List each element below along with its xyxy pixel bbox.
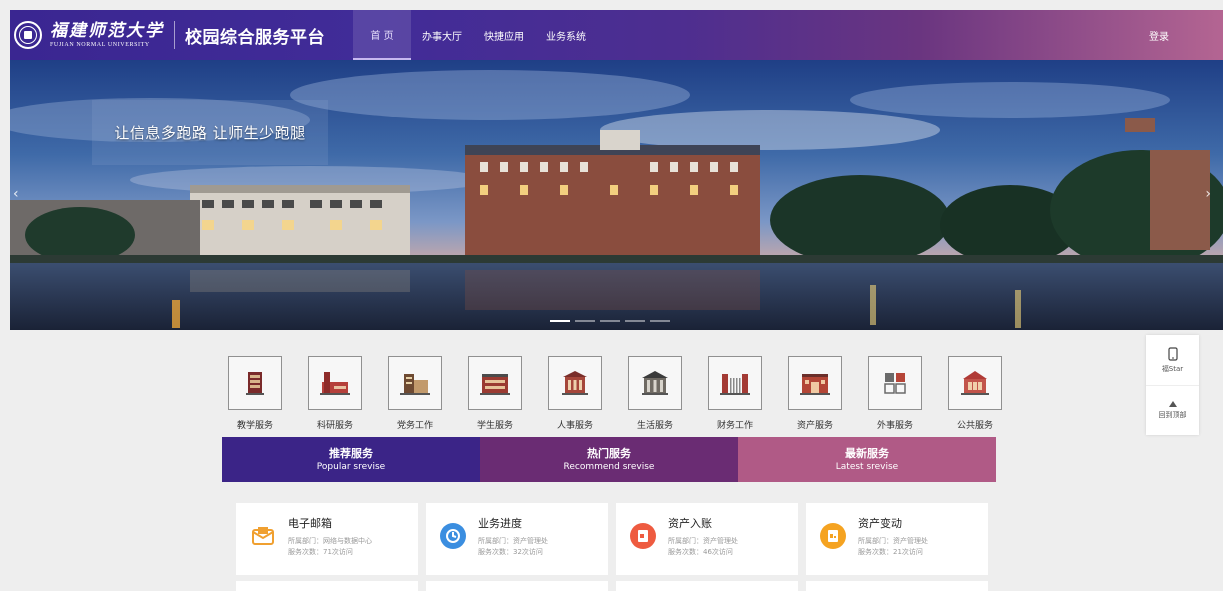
service-label: 人事服务 [556, 421, 593, 431]
service-label: 外事服务 [876, 421, 913, 431]
tab-subtitle: Latest srevise [835, 461, 899, 472]
service-finance[interactable]: 财务工作 [700, 356, 770, 431]
banner-slogan: 让信息多跑路 让师生少跑腿 [114, 124, 306, 142]
hero-banner: 让信息多跑路 让师生少跑腿 ‹ › [10, 60, 1223, 330]
university-name-en: FUJIAN NORMAL UNIVERSITY [50, 42, 150, 48]
service-teaching[interactable]: 教学服务 [220, 356, 290, 431]
foreign-affairs-icon [868, 356, 922, 410]
tab-latest[interactable]: 最新服务 Latest srevise [738, 437, 996, 482]
main-nav: 首 页 办事大厅 快捷应用 业务系统 [353, 10, 597, 60]
card-title: 资产入账 [668, 517, 712, 530]
service-label: 教学服务 [236, 421, 273, 431]
service-card-next-row[interactable] [426, 581, 608, 591]
teaching-building-icon [228, 356, 282, 410]
service-label: 公共服务 [956, 421, 993, 431]
page: 福建师范大学 FUJIAN NORMAL UNIVERSITY 校园综合服务平台… [0, 0, 1223, 591]
card-count: 服务次数：71次访问 [288, 548, 353, 556]
tab-title: 热门服务 [587, 446, 631, 460]
personnel-building-icon [548, 356, 602, 410]
card-dept: 所属部门：网络与数据中心 [288, 537, 372, 545]
banner-dot[interactable] [600, 320, 620, 322]
progress-clock-icon [440, 523, 466, 549]
public-building-icon [948, 356, 1002, 410]
floating-side-panel: 福Star 回到顶部 [1146, 335, 1199, 435]
asset-entry-icon [630, 523, 656, 549]
party-building-icon [388, 356, 442, 410]
banner-dot[interactable] [575, 320, 595, 322]
card-count: 服务次数：32次访问 [478, 548, 543, 556]
service-card-asset-change[interactable]: 资产变动 所属部门：资产管理处 服务次数：21次访问 [806, 503, 988, 575]
tab-recommend[interactable]: 热门服务 Recommend srevise [480, 437, 738, 482]
asset-building-icon [788, 356, 842, 410]
university-logo[interactable]: 福建师范大学 FUJIAN NORMAL UNIVERSITY [10, 10, 164, 60]
mobile-app-link[interactable]: 福Star [1146, 335, 1199, 385]
service-card-email[interactable]: 电子邮箱 所属部门：网络与数据中心 服务次数：71次访问 [236, 503, 418, 575]
service-card-asset-entry[interactable]: 资产入账 所属部门：资产管理处 服务次数：46次访问 [616, 503, 798, 575]
slogan-box: 让信息多跑路 让师生少跑腿 [92, 100, 328, 165]
card-title: 业务进度 [478, 517, 522, 530]
university-seal-icon [14, 21, 42, 49]
header-divider [174, 21, 175, 49]
mail-icon [250, 523, 276, 549]
nav-business-systems[interactable]: 业务系统 [535, 10, 597, 60]
service-public[interactable]: 公共服务 [940, 356, 1010, 431]
service-party[interactable]: 党务工作 [380, 356, 450, 431]
nav-quick-apps[interactable]: 快捷应用 [473, 10, 535, 60]
banner-prev-arrow-icon[interactable]: ‹ [13, 186, 19, 202]
tab-title: 推荐服务 [329, 446, 373, 460]
tab-subtitle: Popular srevise [316, 461, 386, 472]
service-card-next-row[interactable] [616, 581, 798, 591]
card-count: 服务次数：21次访问 [858, 548, 923, 556]
service-personnel[interactable]: 人事服务 [540, 356, 610, 431]
login-button[interactable]: 登录 [1149, 10, 1169, 60]
nav-home[interactable]: 首 页 [353, 10, 411, 60]
student-building-icon [468, 356, 522, 410]
banner-dot[interactable] [625, 320, 645, 322]
service-tabs: 推荐服务 Popular srevise 热门服务 Recommend srev… [222, 437, 996, 482]
service-label: 党务工作 [396, 421, 433, 431]
card-dept: 所属部门：资产管理处 [478, 537, 548, 545]
top-header: 福建师范大学 FUJIAN NORMAL UNIVERSITY 校园综合服务平台… [10, 10, 1223, 60]
nav-service-hall[interactable]: 办事大厅 [411, 10, 473, 60]
service-card-next-row[interactable] [236, 581, 418, 591]
research-building-icon [308, 356, 362, 410]
life-building-icon [628, 356, 682, 410]
service-categories: 教学服务 科研服务 党务工作 学生服务 人事服务 生活服务 财务工作 资产服务 … [220, 356, 1002, 432]
tab-subtitle: Recommend srevise [563, 461, 655, 472]
banner-dot[interactable] [650, 320, 670, 322]
banner-pagination [550, 320, 675, 322]
card-dept: 所属部门：资产管理处 [668, 537, 738, 545]
service-research[interactable]: 科研服务 [300, 356, 370, 431]
service-foreign-affairs[interactable]: 外事服务 [860, 356, 930, 431]
back-to-top-button[interactable]: 回到顶部 [1146, 385, 1199, 435]
service-card-next-row[interactable] [806, 581, 988, 591]
service-life[interactable]: 生活服务 [620, 356, 690, 431]
service-card-progress[interactable]: 业务进度 所属部门：资产管理处 服务次数：32次访问 [426, 503, 608, 575]
finance-building-icon [708, 356, 762, 410]
service-label: 资产服务 [796, 421, 833, 431]
service-asset[interactable]: 资产服务 [780, 356, 850, 431]
asset-change-icon [820, 523, 846, 549]
back-to-top-label: 回到顶部 [1158, 411, 1187, 419]
service-label: 生活服务 [636, 421, 673, 431]
platform-title: 校园综合服务平台 [185, 27, 325, 48]
university-name-cn: 福建师范大学 [50, 21, 164, 41]
card-count: 服务次数：46次访问 [668, 548, 733, 556]
banner-next-arrow-icon[interactable]: › [1205, 186, 1211, 202]
arrow-up-icon [1168, 401, 1177, 407]
mobile-phone-icon [1167, 346, 1178, 361]
service-label: 财务工作 [716, 421, 753, 431]
service-student[interactable]: 学生服务 [460, 356, 530, 431]
banner-dot[interactable] [550, 320, 570, 322]
service-label: 科研服务 [316, 421, 353, 431]
service-label: 学生服务 [476, 421, 513, 431]
card-title: 资产变动 [858, 517, 902, 530]
mobile-app-label: 福Star [1161, 364, 1184, 373]
card-dept: 所属部门：资产管理处 [858, 537, 928, 545]
card-title: 电子邮箱 [288, 517, 332, 530]
tab-title: 最新服务 [845, 446, 889, 460]
tab-popular[interactable]: 推荐服务 Popular srevise [222, 437, 480, 482]
